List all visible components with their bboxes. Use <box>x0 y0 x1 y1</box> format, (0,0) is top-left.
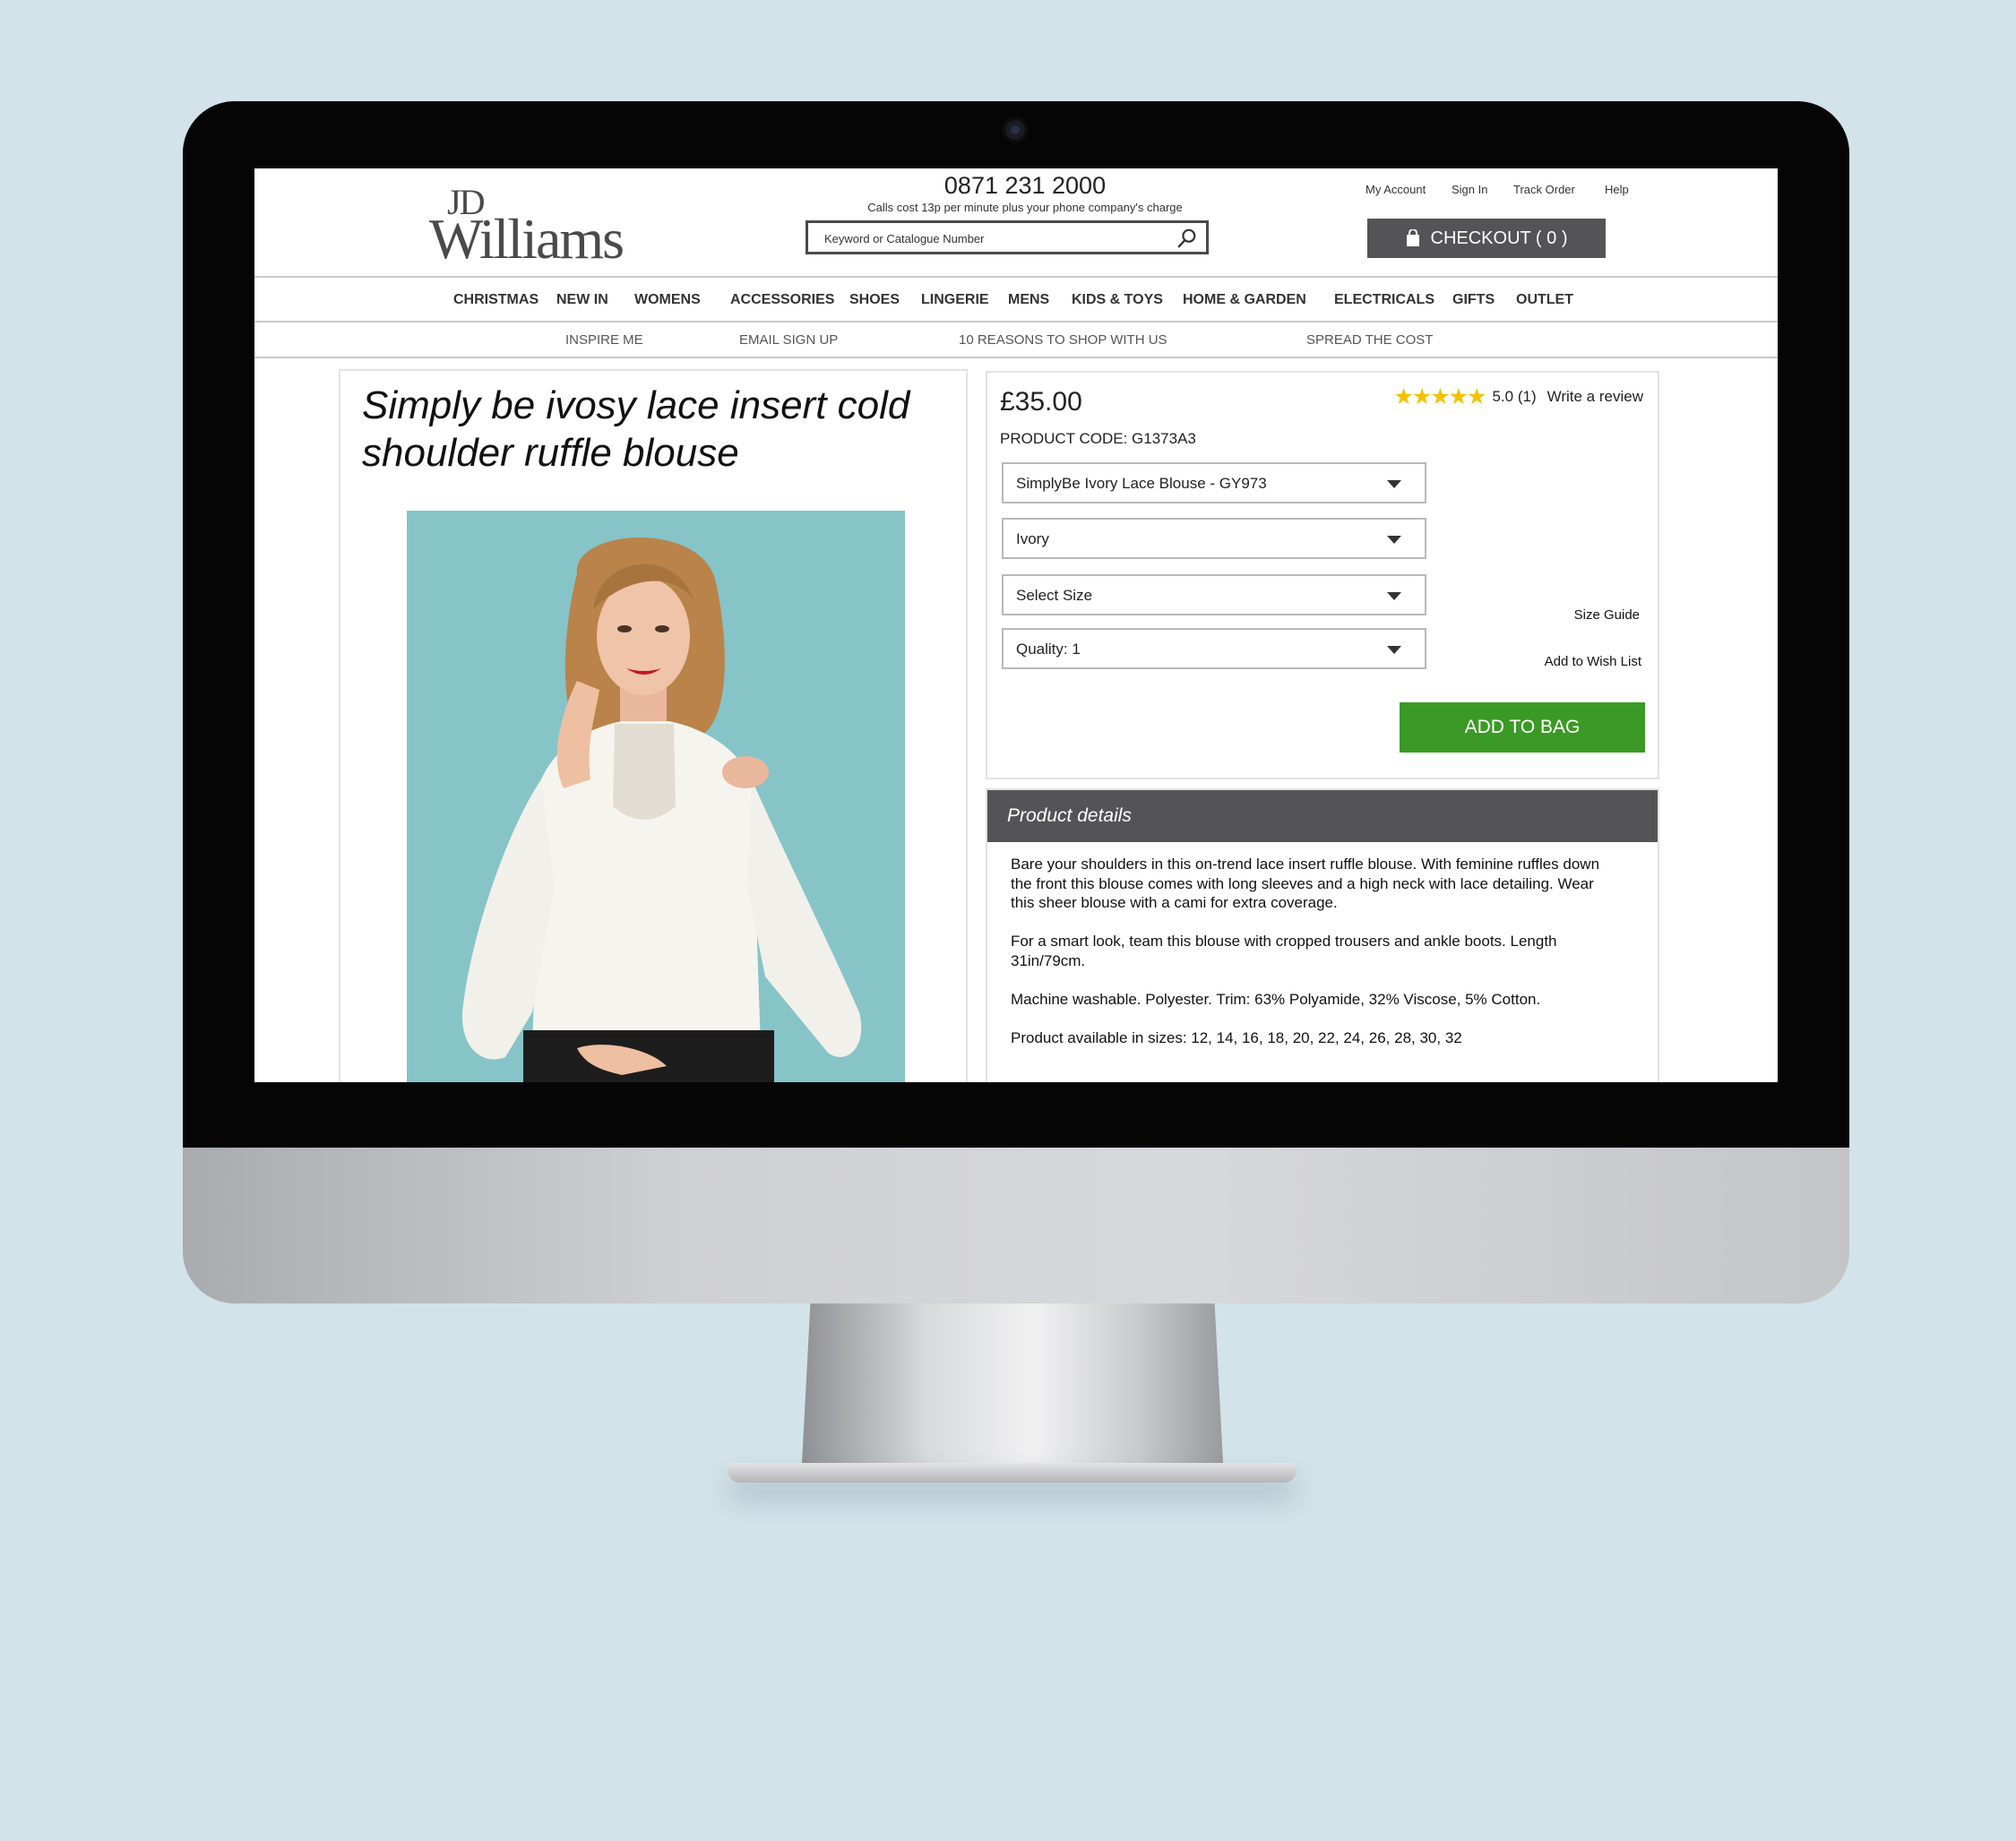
chevron-down-icon <box>1387 536 1401 544</box>
details-paragraph: Machine washable. Polyester. Trim: 63% P… <box>1011 990 1541 1008</box>
nav-lingerie[interactable]: LINGERIE <box>921 292 989 308</box>
sign-in-link[interactable]: Sign In <box>1452 183 1487 196</box>
subnav-spread-the-cost[interactable]: SPREAD THE COST <box>1306 332 1433 348</box>
size-select-value: Select Size <box>1016 587 1093 604</box>
site-logo[interactable]: JD Williams <box>429 181 644 271</box>
phone-note: Calls cost 13p per minute plus your phon… <box>867 201 1183 214</box>
chevron-down-icon <box>1387 646 1401 654</box>
nav-new-in[interactable]: NEW IN <box>556 292 608 308</box>
colour-select-value: Ivory <box>1016 530 1049 547</box>
search-box <box>806 220 1209 254</box>
search-icon[interactable] <box>1177 228 1197 248</box>
product-variant-select[interactable]: SimplyBe Ivory Lace Blouse - GY973 <box>1002 462 1426 503</box>
nav-mens[interactable]: MENS <box>1008 292 1049 308</box>
main-nav: CHRISTMAS NEW IN WOMENS ACCESSORIES SHOE… <box>254 278 1778 323</box>
details-paragraph: Product available in sizes: 12, 14, 16, … <box>1011 1028 1462 1046</box>
checkout-button[interactable]: CHECKOUT ( 0 ) <box>1367 219 1606 258</box>
monitor-stand <box>802 1303 1223 1463</box>
product-media-panel: Simply be ivosy lace insert cold shoulde… <box>339 369 968 1082</box>
details-paragraph: Bare your shoulders in this on-trend lac… <box>1011 856 1600 911</box>
logo-williams-text: Williams <box>429 207 625 271</box>
quantity-select[interactable]: Quality: 1 <box>1002 628 1426 669</box>
monitor-stand-base <box>728 1463 1297 1483</box>
size-guide-link[interactable]: Size Guide <box>1574 607 1640 623</box>
subnav-email-sign-up[interactable]: EMAIL SIGN UP <box>739 332 838 348</box>
product-purchase-panel: £35.00 PRODUCT CODE: G1373A3 ★★★★★ 5.0 (… <box>986 371 1659 779</box>
monitor-chin <box>183 1148 1849 1303</box>
add-to-wishlist-link[interactable]: Add to Wish List <box>1545 654 1641 669</box>
product-details-panel: Product details Bare your shoulders in t… <box>986 788 1659 1082</box>
subnav-inspire-me[interactable]: INSPIRE ME <box>565 332 643 348</box>
write-review-link[interactable]: Write a review <box>1547 388 1643 406</box>
product-image[interactable] <box>407 511 905 1082</box>
search-input[interactable] <box>824 228 1165 248</box>
product-price: £35.00 <box>1000 387 1082 417</box>
nav-womens[interactable]: WOMENS <box>634 292 701 308</box>
help-link[interactable]: Help <box>1605 183 1629 196</box>
nav-shoes[interactable]: SHOES <box>849 292 900 308</box>
nav-accessories[interactable]: ACCESSORIES <box>730 292 834 308</box>
product-rating: ★★★★★ 5.0 (1) Write a review <box>1393 383 1643 410</box>
nav-outlet[interactable]: OUTLET <box>1516 292 1573 308</box>
shopping-bag-icon <box>1406 229 1419 246</box>
add-to-bag-button[interactable]: ADD TO BAG <box>1400 702 1645 753</box>
product-title: Simply be ivosy lace insert cold shoulde… <box>362 383 910 475</box>
chevron-down-icon <box>1387 592 1401 600</box>
product-code: PRODUCT CODE: G1373A3 <box>1000 430 1196 447</box>
rating-value: 5.0 (1) <box>1492 388 1537 405</box>
quantity-select-value: Quality: 1 <box>1016 641 1081 658</box>
nav-electricals[interactable]: ELECTRICALS <box>1334 292 1434 308</box>
model-photo-illustration <box>407 511 905 1082</box>
colour-select[interactable]: Ivory <box>1002 518 1426 559</box>
nav-christmas[interactable]: CHRISTMAS <box>453 292 538 308</box>
product-details-heading[interactable]: Product details <box>987 790 1658 842</box>
nav-gifts[interactable]: GIFTS <box>1452 292 1495 308</box>
checkout-label: CHECKOUT ( 0 ) <box>1430 228 1568 248</box>
rating-stars: ★★★★★ <box>1393 384 1486 409</box>
nav-kids-toys[interactable]: KIDS & TOYS <box>1072 292 1163 308</box>
webcam-icon <box>1005 120 1025 140</box>
variant-select-value: SimplyBe Ivory Lace Blouse - GY973 <box>1016 475 1267 492</box>
subnav-10-reasons[interactable]: 10 REASONS TO SHOP WITH US <box>959 332 1167 348</box>
track-order-link[interactable]: Track Order <box>1513 183 1575 196</box>
sub-nav: INSPIRE ME EMAIL SIGN UP 10 REASONS TO S… <box>254 323 1778 358</box>
phone-number: 0871 231 2000 <box>943 172 1107 199</box>
my-account-link[interactable]: My Account <box>1366 183 1426 196</box>
details-paragraph: For a smart look, team this blouse with … <box>1011 933 1557 969</box>
nav-home-garden[interactable]: HOME & GARDEN <box>1183 292 1306 308</box>
chevron-down-icon <box>1387 480 1401 488</box>
size-select[interactable]: Select Size <box>1002 574 1426 615</box>
product-details-body: Bare your shoulders in this on-trend lac… <box>1011 855 1620 1067</box>
browser-screen: JD Williams 0871 231 2000 Calls cost 13p… <box>254 168 1778 1082</box>
site-header: JD Williams 0871 231 2000 Calls cost 13p… <box>254 168 1778 278</box>
